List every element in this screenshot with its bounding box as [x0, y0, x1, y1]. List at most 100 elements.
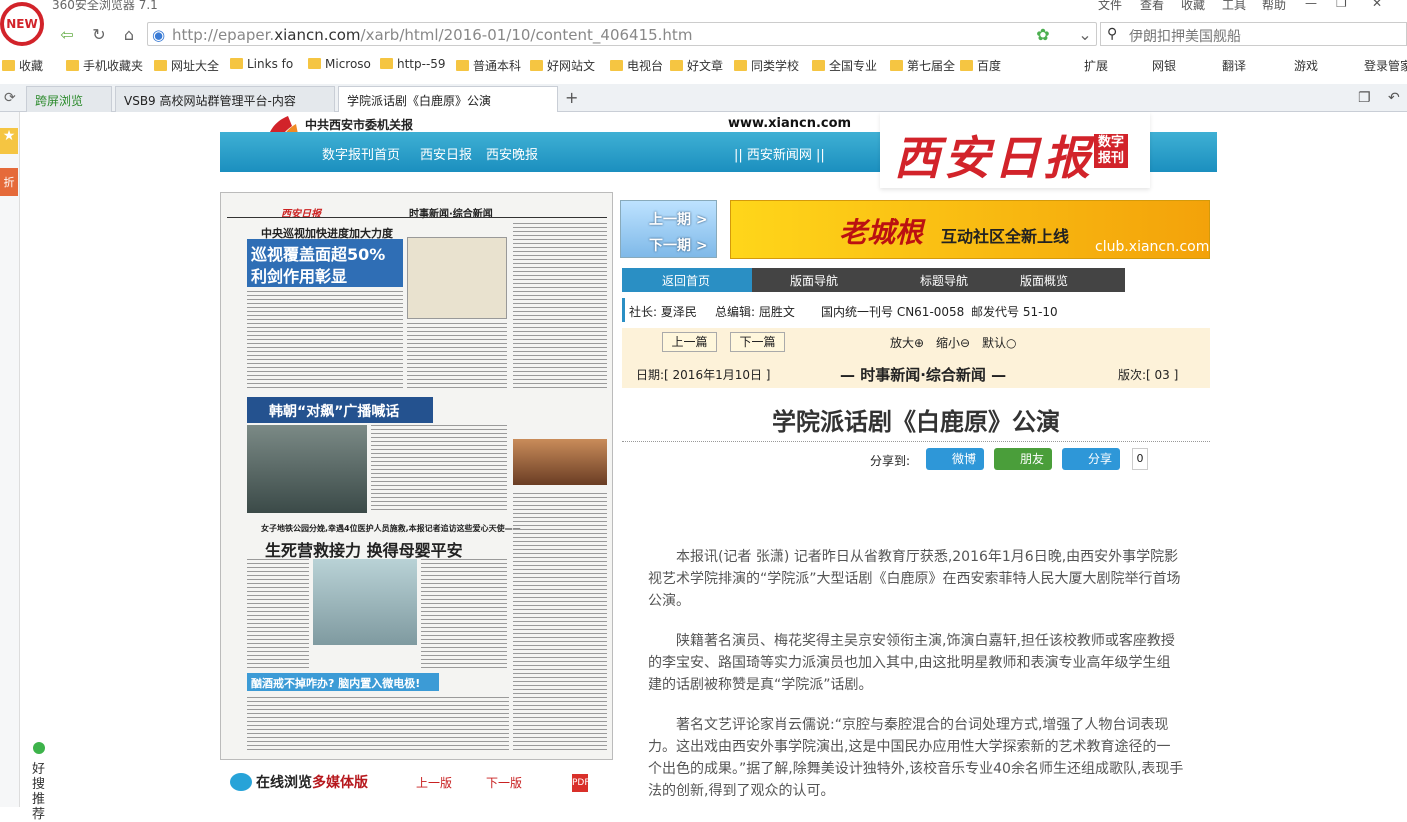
back-icon[interactable]: ⇦ — [54, 22, 80, 46]
refresh-icon[interactable]: ↻ — [86, 22, 112, 46]
tab-article[interactable]: 学院派话剧《白鹿原》公演 — [338, 86, 558, 112]
toolbar-item[interactable]: 翻译 — [1222, 57, 1246, 74]
menu-favorites[interactable]: 收藏 — [1181, 0, 1205, 13]
folder-icon — [530, 60, 543, 71]
paper-text-block — [407, 323, 507, 391]
meta-postal: 邮发代号 51-10 — [971, 305, 1058, 319]
site-domain[interactable]: www.xiancn.com — [728, 116, 851, 131]
paper-cartoon — [407, 237, 507, 319]
home-icon[interactable]: ⌂ — [116, 22, 142, 46]
bookmark-item[interactable]: 百度 — [960, 57, 1001, 74]
community-banner[interactable]: 老城根 互动社区全新上线 club.xiancn.com — [730, 200, 1210, 259]
bookmark-item[interactable]: 手机收藏夹 — [66, 57, 143, 74]
toolbar-item[interactable]: 游戏 — [1294, 57, 1318, 74]
tab-title-nav[interactable]: 标题导航 — [920, 272, 968, 289]
search-text: 伊朗扣押美国舰船 — [1129, 29, 1241, 45]
issue-nav: 上一期 > 下一期 > — [620, 200, 717, 258]
sidebar-recommend[interactable]: 好搜推荐 — [32, 762, 46, 822]
link-xian-evening[interactable]: 西安晚报 — [486, 144, 538, 163]
folder-icon — [2, 60, 15, 71]
discount-icon[interactable]: 折 — [0, 168, 18, 196]
toolbar-item[interactable]: 登录管家 — [1364, 57, 1407, 74]
close-button[interactable]: ✕ — [1372, 0, 1382, 10]
zoom-out-button[interactable]: 缩小⊖ — [936, 334, 970, 351]
bookmarks-bar: 收藏 手机收藏夹 网址大全 Links fo Microso http--59 普通本科 好网… — [0, 54, 1407, 78]
paper-bottom-bar: 在线浏览多媒体版 上一版 下一版 PDF — [220, 768, 613, 800]
search-input[interactable]: ⚲ 伊朗扣押美国舰船 — [1100, 22, 1407, 46]
link-xian-news-net[interactable]: || 西安新闻网 || — [734, 144, 825, 163]
bookmark-item[interactable]: 全国专业 — [812, 57, 877, 74]
tab-back-home[interactable]: 返回首页 — [662, 272, 710, 289]
prev-issue-button[interactable]: 上一期 > — [649, 209, 708, 229]
folder-icon — [380, 58, 393, 69]
brand-tag: 数字报刊 — [1094, 134, 1128, 168]
pdf-icon[interactable]: PDF — [572, 774, 590, 792]
toolbar-item[interactable]: 网银 — [1152, 57, 1176, 74]
tab-list-icon[interactable]: ❐ — [1358, 90, 1371, 106]
bookmark-item[interactable]: 普通本科 — [456, 57, 521, 74]
link-digital-home[interactable]: 数字报刊首页 — [322, 144, 400, 163]
app-title: 360安全浏览器 7.1 — [52, 0, 158, 12]
article-paragraph: 陕籍著名演员、梅花奖得主吴京安领衔主演,饰演白嘉轩,担任该校教师或客座教授的李宝… — [648, 633, 1175, 693]
folder-icon — [890, 60, 903, 71]
restore-button[interactable]: ❐ — [1336, 0, 1347, 10]
bookmark-item[interactable]: http--59 — [380, 57, 446, 71]
tab-strip: ⟳ 跨屏浏览 VSB9 高校网站群管理平台-内容 学院派话剧《白鹿原》公演 + … — [0, 84, 1407, 112]
next-issue-button[interactable]: 下一期 > — [649, 235, 708, 255]
menu-tools[interactable]: 工具 — [1222, 0, 1246, 13]
folder-icon — [456, 60, 469, 71]
paper-meta: 社长: 夏泽民 总编辑: 屈胜文 国内统一刊号 CN61-0058 邮发代号 5… — [622, 298, 1222, 322]
toolbar-item[interactable]: 扩展 — [1084, 57, 1108, 74]
bookmark-item[interactable]: Microso — [308, 57, 371, 71]
dropdown-icon[interactable]: ⌄ — [1072, 22, 1098, 46]
share-friends-button[interactable]: 朋友 — [994, 448, 1053, 470]
tab-vsb9[interactable]: VSB9 高校网站群管理平台-内容 — [115, 86, 335, 112]
url-text: http://epaper.xiancn.com/xarb/html/2016-… — [172, 26, 693, 44]
zoom-default-button[interactable]: 默认○ — [982, 334, 1016, 351]
multimedia-link[interactable]: 在线浏览多媒体版 — [230, 772, 368, 792]
tab-page-overview[interactable]: 版面概览 — [1020, 272, 1068, 289]
folder-icon — [66, 60, 79, 71]
bookmark-item[interactable]: 好文章 — [670, 57, 723, 74]
newspaper-page-image[interactable]: 西安日报 时事新闻·综合新闻 中央巡视加快进度加大力度 巡视覆盖面超50% 利剑… — [220, 192, 613, 760]
bookmark-item[interactable]: Links fo — [230, 57, 293, 71]
share-more-button[interactable]: 分享 — [1062, 448, 1121, 470]
menu-view[interactable]: 查看 — [1140, 0, 1164, 13]
speed-icon[interactable]: ✿ — [1030, 22, 1056, 46]
title-bar: 360安全浏览器 7.1 文件 查看 收藏 工具 帮助 — ❐ ✕ — [0, 0, 1407, 12]
bookmark-item[interactable]: 同类学校 — [734, 57, 799, 74]
bookmark-item[interactable]: 网址大全 — [154, 57, 219, 74]
prev-article-button[interactable]: 上一篇 — [662, 332, 717, 352]
next-page-link[interactable]: 下一版 — [486, 774, 522, 791]
paper-headline-6: 生死营救接力 换得母婴平安 — [265, 541, 463, 560]
prev-page-link[interactable]: 上一版 — [416, 774, 452, 791]
paper-headline-4: 韩朝“对飙”广播喊话 — [269, 404, 400, 420]
minimize-button[interactable]: — — [1305, 0, 1317, 10]
tab-crossscreen[interactable]: 跨屏浏览 — [26, 86, 112, 112]
paper-text-block — [371, 425, 507, 513]
sync-icon[interactable]: ⟳ — [4, 90, 16, 106]
bookmark-item[interactable]: 好网站文 — [530, 57, 595, 74]
bookmark-item[interactable]: 收藏 — [2, 57, 43, 74]
tab-page-nav[interactable]: 版面导航 — [790, 272, 838, 289]
next-article-button[interactable]: 下一篇 — [730, 332, 785, 352]
bookmark-item[interactable]: 电视台 — [610, 57, 663, 74]
paper-text-block — [421, 559, 507, 669]
search-icon: ⚲ — [1107, 26, 1118, 42]
link-xian-daily[interactable]: 西安日报 — [420, 144, 472, 163]
paper-photo-hand — [513, 439, 607, 485]
new-tab-button[interactable]: + — [565, 88, 578, 107]
undo-icon[interactable]: ↶ — [1388, 90, 1400, 106]
share-bar: 分享到: 微博 朋友 分享 0 — [870, 446, 1200, 474]
folder-icon — [734, 60, 747, 71]
star-icon[interactable]: ★ — [0, 128, 18, 154]
menu-help[interactable]: 帮助 — [1262, 0, 1286, 13]
share-weibo-button[interactable]: 微博 — [926, 448, 985, 470]
zoom-in-button[interactable]: 放大⊕ — [890, 334, 924, 351]
url-input[interactable]: ◉ http://epaper.xiancn.com/xarb/html/201… — [147, 22, 1097, 46]
bookmark-item[interactable]: 第七届全 — [890, 57, 955, 74]
address-bar: ⇦ ↻ ⌂ ◉ http://epaper.xiancn.com/xarb/ht… — [0, 20, 1407, 48]
article-paragraph: 著名文艺评论家肖云儒说:“京腔与秦腔混合的台词处理方式,增强了人物台词表现力。这… — [648, 717, 1184, 799]
paper-photo-statue — [247, 425, 367, 513]
menu-file[interactable]: 文件 — [1098, 0, 1122, 13]
